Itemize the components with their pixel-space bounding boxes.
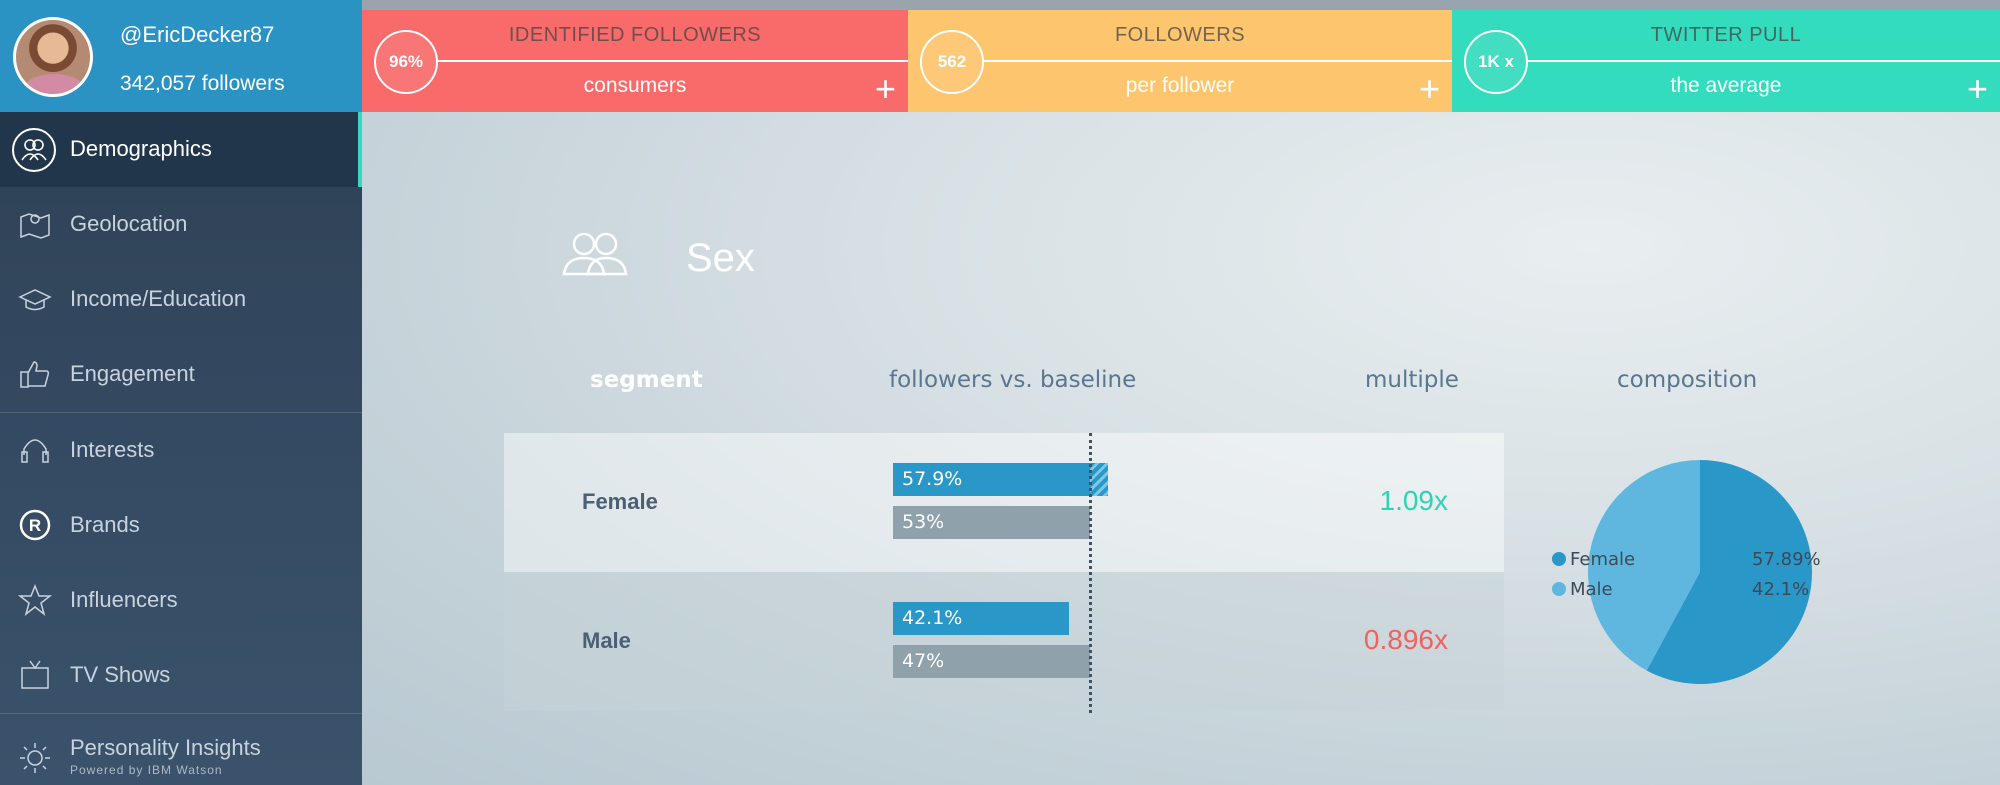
bar-overflow-female xyxy=(1090,463,1109,496)
segment-label: Male xyxy=(582,628,631,653)
sidebar-item-interests[interactable]: Interests xyxy=(0,413,362,488)
legend-label: Female xyxy=(1570,549,1636,570)
legend-swatch xyxy=(1552,552,1566,566)
sidebar-item-label: Interests xyxy=(70,437,155,462)
sidebar-item-label: Income/Education xyxy=(70,286,247,311)
sidebar-item-label: Influencers xyxy=(70,587,178,612)
top-strip xyxy=(362,0,2000,10)
profile-followers-count: 342,057 followers xyxy=(120,72,285,95)
profile-handle: @EricDecker87 xyxy=(120,22,275,47)
legend-swatch xyxy=(1552,582,1566,596)
stat-title: IDENTIFIED FOLLOWERS xyxy=(508,24,762,46)
legend-value: 42.1% xyxy=(1752,579,1810,600)
stat-divider-line xyxy=(1528,60,2000,62)
star-icon xyxy=(18,583,52,616)
powered-by-text: Powered by IBM Watson xyxy=(70,763,223,777)
segment-label: Female xyxy=(582,489,658,514)
stat-followers: 562 FOLLOWERS per follower + xyxy=(908,10,1452,112)
sidebar-item-brands[interactable]: R Brands xyxy=(0,488,362,563)
sidebar-item-demographics[interactable]: Demographics xyxy=(0,112,362,187)
sidebar-item-geolocation[interactable]: Geolocation xyxy=(0,187,362,262)
registered-icon: R xyxy=(19,509,51,541)
users-icon xyxy=(562,232,628,276)
composition-pie-chart xyxy=(1588,460,1812,684)
sidebar-item-income-education[interactable]: Income/Education xyxy=(0,262,362,337)
bar-baseline-male: 47% xyxy=(893,645,1090,678)
svg-text:R: R xyxy=(29,516,41,535)
table-row[interactable]: Female 57.9% 53% 1.09x xyxy=(504,433,1504,572)
multiple-value: 1.09x xyxy=(1379,485,1449,516)
sidebar-item-label: Engagement xyxy=(70,361,195,386)
section-title: Sex xyxy=(686,236,755,280)
column-header-multiple: multiple xyxy=(1365,367,1459,393)
map-pin-icon xyxy=(20,213,50,239)
stat-identified-followers: 96% IDENTIFIED FOLLOWERS consumers + xyxy=(362,10,908,112)
stat-subtitle: consumers xyxy=(583,74,687,97)
column-header-composition: composition xyxy=(1617,367,1758,393)
baseline-marker xyxy=(1089,433,1092,713)
stat-subtitle: the average xyxy=(1670,74,1782,97)
bar-followers-female: 57.9% xyxy=(893,463,1090,496)
column-header-baseline: followers vs. baseline xyxy=(889,367,1137,393)
thumbs-up-icon xyxy=(20,361,50,388)
legend-item-male: Male 42.1% xyxy=(1552,579,1809,600)
graduation-cap-icon xyxy=(18,289,52,311)
stat-twitter-pull: 1K x TWITTER PULL the average + xyxy=(1452,10,2000,112)
stat-title: TWITTER PULL xyxy=(1650,24,1802,46)
sidebar-item-engagement[interactable]: Engagement xyxy=(0,337,362,412)
table-row[interactable]: Male 42.1% 47% 0.896x xyxy=(504,572,1504,711)
sidebar-item-influencers[interactable]: Influencers xyxy=(0,563,362,638)
plus-icon[interactable]: + xyxy=(875,71,896,107)
users-icon xyxy=(12,128,56,172)
stat-subtitle: per follower xyxy=(1125,74,1235,97)
avatar xyxy=(13,17,93,97)
sidebar-item-label: Brands xyxy=(70,512,140,537)
sidebar-item-label: Geolocation xyxy=(70,211,188,236)
main-panel: Sex segment followers vs. baseline multi… xyxy=(362,112,2000,785)
sidebar: @EricDecker87 342,057 followers Demograp… xyxy=(0,0,362,785)
column-header-segment: segment xyxy=(590,367,703,393)
headphones-icon xyxy=(21,439,49,463)
stat-divider-line xyxy=(984,60,1452,62)
ibm-watson-icon xyxy=(20,743,50,773)
plus-icon[interactable]: + xyxy=(1967,71,1988,107)
sidebar-item-label: Personality Insights xyxy=(70,735,261,760)
stat-title: FOLLOWERS xyxy=(1114,24,1246,46)
legend-item-female: Female 57.89% xyxy=(1552,549,1821,570)
tv-icon xyxy=(21,660,49,689)
multiple-value: 0.896x xyxy=(1363,624,1448,655)
sidebar-item-label: TV Shows xyxy=(70,662,171,687)
bar-baseline-female: 53% xyxy=(893,506,1090,539)
legend-value: 57.89% xyxy=(1752,549,1821,570)
profile-header[interactable]: @EricDecker87 342,057 followers xyxy=(0,0,362,112)
bar-followers-male: 42.1% xyxy=(893,602,1070,635)
plus-icon[interactable]: + xyxy=(1419,71,1440,107)
sidebar-item-label: Demographics xyxy=(70,136,212,161)
stat-divider-line xyxy=(438,60,908,62)
legend-label: Male xyxy=(1570,579,1613,600)
sidebar-item-tv-shows[interactable]: TV Shows xyxy=(0,638,362,713)
